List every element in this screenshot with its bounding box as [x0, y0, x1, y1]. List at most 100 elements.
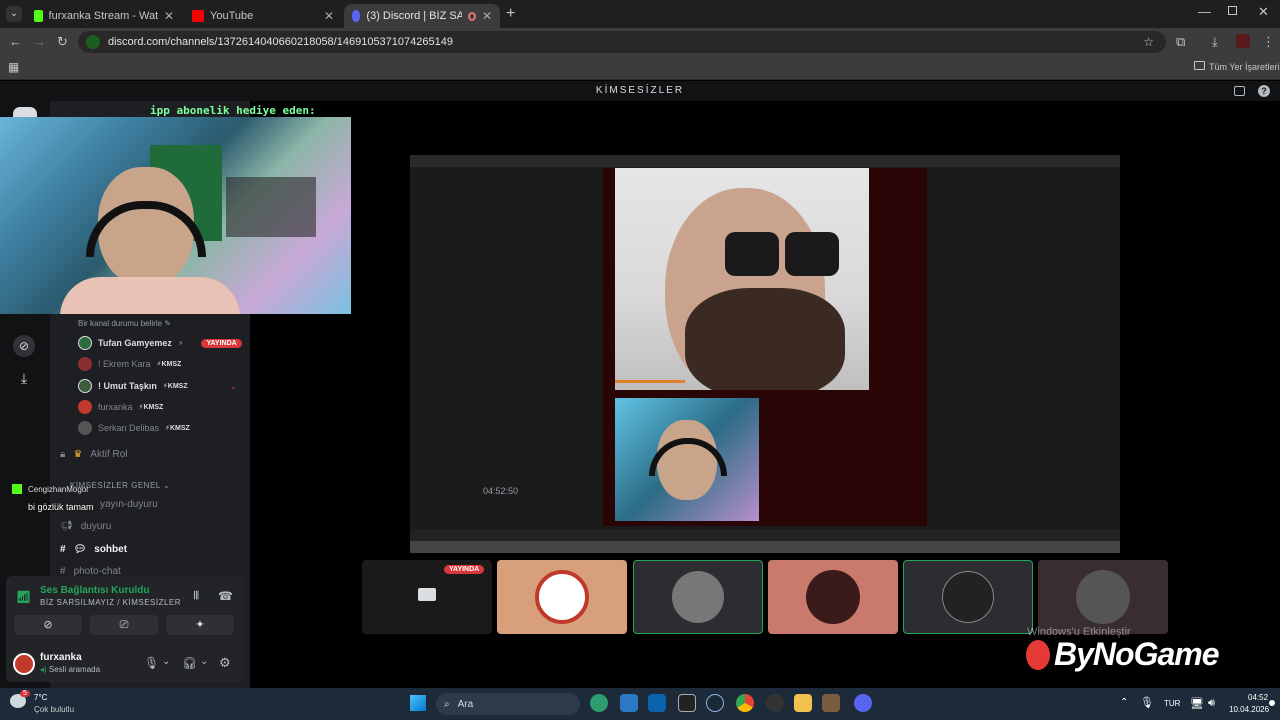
tab-youtube[interactable]: YouTube ✕ — [184, 4, 342, 28]
voice-member[interactable]: furxanka ⚡KMSZ — [78, 400, 163, 414]
voice-member[interactable]: Serkan Delibas ⚡KMSZ — [78, 421, 190, 435]
reload-icon[interactable]: ↻ — [57, 34, 68, 50]
voice-member[interactable]: ! Ekrem Kara ⚡KMSZ — [78, 357, 181, 371]
discord-taskbar-icon[interactable] — [854, 694, 872, 712]
participant-tile[interactable] — [633, 560, 763, 634]
edge-icon[interactable] — [590, 694, 608, 712]
store-icon[interactable] — [620, 694, 638, 712]
clock-time[interactable]: 04:52 — [1248, 693, 1268, 702]
all-bookmarks-link[interactable]: Tüm Yer İşaretleri — [1209, 62, 1280, 72]
photo-face — [615, 168, 869, 390]
channel-duyuru[interactable]: 📢︎ duyuru — [60, 521, 111, 532]
discover-icon[interactable]: ⊘ — [13, 335, 35, 357]
user-avatar[interactable] — [13, 653, 35, 675]
obs-icon[interactable] — [766, 694, 784, 712]
file-explorer-icon[interactable] — [794, 694, 812, 712]
participant-tile[interactable]: YAYINDA — [362, 560, 492, 634]
activities-button[interactable]: ✦ — [166, 615, 234, 635]
settings-gear-icon[interactable]: ⚙ — [219, 655, 231, 671]
streamer-webcam — [0, 117, 351, 314]
lock-icon: 🔒︎ — [60, 449, 66, 460]
signal-icon: 📶︎ — [16, 590, 32, 604]
voice-status[interactable]: Ses Bağlantısı Kuruldu — [40, 585, 149, 596]
member-name: Tufan Gamyemez — [98, 338, 172, 348]
chevron-down-icon[interactable]: ⌄ — [200, 656, 208, 667]
new-tab-button[interactable]: + — [506, 5, 515, 23]
weather-temp: 7°C — [34, 693, 48, 702]
avatar — [806, 570, 860, 624]
beard — [685, 288, 845, 390]
forward-arrow-icon[interactable]: → — [33, 34, 46, 49]
epic-games-icon[interactable] — [678, 694, 696, 712]
user-status: ◂) Sesli aramada — [40, 665, 101, 674]
member-tag: ⚡KMSZ — [162, 383, 188, 390]
camera-off-button[interactable]: ⊘ — [14, 615, 82, 635]
chrome-icon[interactable] — [736, 694, 754, 712]
screen-share-button[interactable]: ⎚ — [90, 615, 158, 635]
voice-channel-path[interactable]: BİZ SARSILMAYIZ / KİMSESİZLER — [40, 598, 181, 607]
download-apps-icon[interactable]: ⤓ — [13, 367, 35, 389]
microphone-tray-icon[interactable]: 🎙︎ — [1140, 696, 1154, 709]
chat-overlay: CengizhanMogol bi gözlük tamam — [12, 484, 94, 512]
inbox-icon[interactable] — [1234, 86, 1245, 96]
star-icon[interactable]: ☆ — [1143, 35, 1154, 49]
address-bar: ← → ↻ discord.com/channels/1372614040660… — [0, 28, 1280, 56]
app-icon[interactable] — [822, 694, 840, 712]
network-icon[interactable]: 🖥︎ — [1190, 697, 1204, 710]
microphone-icon[interactable]: 🎙︎ — [144, 656, 159, 670]
close-icon[interactable]: ✕ — [324, 9, 334, 23]
help-icon[interactable]: ? — [1258, 85, 1270, 97]
shared-bottom-toolbar — [410, 529, 1120, 541]
tab-search-button[interactable]: ⌄ — [6, 6, 22, 22]
volume-icon[interactable]: 🔊︎ — [1208, 697, 1215, 710]
avatar — [78, 357, 92, 371]
tab-kick-stream[interactable]: furxanka Stream - Watch Live o ✕ — [26, 4, 182, 28]
shared-taskbar — [410, 541, 1120, 553]
menu-dots-icon[interactable]: ⋮ — [1262, 34, 1275, 50]
voice-member[interactable]: ! Umut Taşkın ⚡KMSZ ⌄ — [78, 379, 237, 393]
channel-status-hint[interactable]: Bir kanal durumu belirle ✎ — [78, 319, 171, 328]
user-name: furxanka — [40, 652, 82, 663]
noise-suppression-icon[interactable]: 𝄃𝄃 — [194, 590, 199, 603]
minimize-button[interactable]: — — [1198, 4, 1211, 19]
taskbar-search[interactable]: ⌕ Ara — [436, 693, 580, 715]
chevron-down-icon[interactable]: ⌄ — [230, 381, 238, 392]
tab-bar: ⌄ furxanka Stream - Watch Live o ✕ YouTu… — [0, 0, 1280, 28]
brand-name: ByNoGame — [1054, 636, 1219, 672]
close-icon[interactable]: ✕ — [482, 9, 492, 23]
channel-aktif-rol[interactable]: 🔒︎ ♛ Aktif Rol — [60, 449, 128, 460]
recording-icon — [468, 11, 476, 21]
notification-icon[interactable] — [1269, 700, 1275, 706]
close-window-button[interactable]: ✕ — [1258, 4, 1269, 20]
url-field[interactable]: discord.com/channels/1372614040660218058… — [78, 31, 1166, 53]
outlook-icon[interactable] — [648, 694, 666, 712]
apps-grid-icon[interactable]: ▦ — [8, 60, 19, 74]
kick-icon — [34, 10, 43, 22]
shared-toolbar — [410, 155, 1120, 167]
disconnect-icon[interactable]: ☎ — [218, 589, 233, 603]
member-tag: ⚡KMSZ — [138, 404, 164, 411]
tab-discord[interactable]: (3) Discord | BİZ SARSILMA ✕ — [344, 4, 500, 28]
close-icon[interactable]: ✕ — [164, 9, 174, 23]
clock-date[interactable]: 10.04.2026 — [1229, 705, 1269, 714]
back-arrow-icon[interactable]: ← — [9, 34, 22, 49]
participant-tile[interactable] — [768, 560, 898, 634]
extensions-icon[interactable]: ⧉ — [1176, 34, 1185, 50]
site-info-icon[interactable] — [86, 35, 100, 49]
avatar — [672, 571, 724, 623]
channel-sohbet[interactable]: # 💬︎ sohbet — [60, 544, 127, 555]
participant-tile[interactable] — [903, 560, 1033, 634]
chevron-down-icon[interactable]: ⌄ — [162, 656, 170, 667]
tray-chevron-icon[interactable]: ⌃ — [1120, 697, 1128, 708]
profile-avatar[interactable] — [1236, 34, 1250, 48]
participant-tile[interactable] — [1038, 560, 1168, 634]
start-windows-icon[interactable] — [410, 695, 426, 711]
hash-icon: # — [60, 544, 66, 555]
voice-member[interactable]: Tufan Gamyemez ⚡ YAYINDA — [78, 336, 242, 350]
headphones-icon[interactable]: 🎧︎ — [182, 656, 197, 670]
download-icon[interactable]: ⤓ — [1212, 34, 1218, 50]
language-indicator[interactable]: TUR — [1164, 699, 1180, 708]
steam-icon[interactable] — [706, 694, 724, 712]
participant-tile[interactable] — [497, 560, 627, 634]
maximize-button[interactable] — [1228, 6, 1237, 15]
